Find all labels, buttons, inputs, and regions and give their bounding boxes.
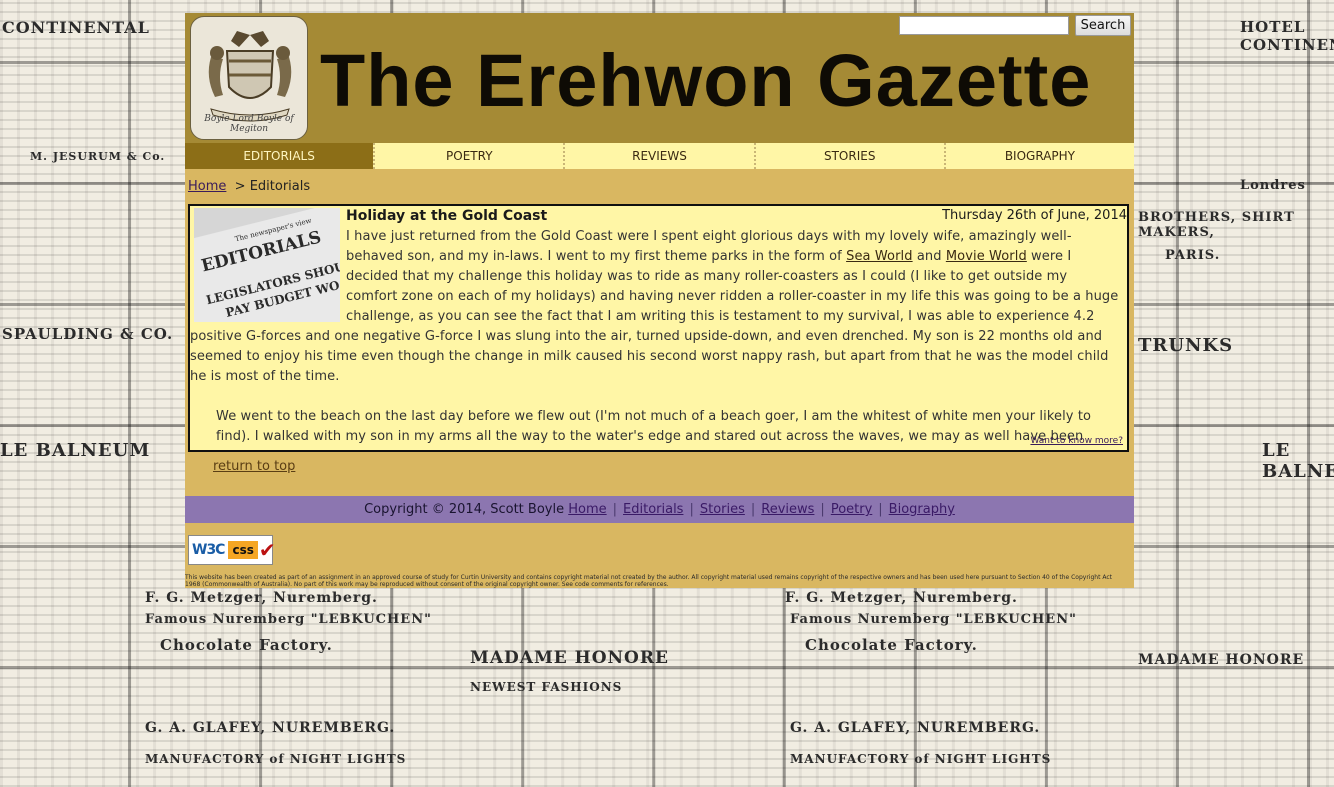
bg-ad-text: G. A. GLAFEY, NUREMBERG. [145,720,396,736]
w3c-logo-text: W3C [192,542,225,558]
bg-ad-text: SPAULDING & CO. [2,325,174,343]
article-paragraph: We went to the beach on the last day bef… [216,409,1092,450]
bg-ad-text: BROTHERS, SHIRT MAKERS, [1138,210,1295,240]
bg-ad-text: MANUFACTORY of NIGHT LIGHTS [790,752,1052,766]
search-input[interactable] [899,16,1069,35]
bg-ad-text: M. JESURUM & Co. [30,150,166,163]
site-logo[interactable]: Boyle Lord Boyle of Megiton [190,16,308,140]
bg-ad-text: NEWEST FASHIONS [470,680,623,694]
footer-bottom: W3C css ✔ This website has been created … [185,523,1134,588]
breadcrumb-current: Editorials [249,179,311,194]
main-content: Home > Editorials EDITORIALS The newspap… [185,169,1134,496]
bg-ad-text: LE BALNEUM [0,440,151,461]
checkmark-icon: ✔ [258,538,276,562]
breadcrumb-home-link[interactable]: Home [188,179,226,194]
footer-separator: | [689,502,694,517]
article-date: Thursday 26th of June, 2014 [942,208,1127,223]
bg-ad-text: Chocolate Factory. [160,636,333,654]
bg-ad-text: HOTEL CONTINENTAL [1240,18,1334,54]
sea-world-link[interactable]: Sea World [846,249,913,264]
footer-link-poetry[interactable]: Poetry [831,502,872,517]
footer-separator: | [878,502,883,517]
bg-ad-text: Chocolate Factory. [805,636,978,654]
bg-ad-text: Famous Nuremberg "LEBKUCHEN" [790,612,1077,627]
page-container: Boyle Lord Boyle of Megiton The Erehwon … [185,13,1134,588]
bg-ad-text: TRUNKS [1138,335,1234,356]
site-header: Boyle Lord Boyle of Megiton The Erehwon … [185,13,1134,143]
footer-separator: | [612,502,618,517]
site-footer: Copyright © 2014, Scott Boyle Home | Edito… [185,496,1134,523]
main-navigation: EDITORIALS POETRY REVIEWS STORIES BIOGRA… [185,143,1134,169]
logo-motto: Boyle Lord Boyle of Megiton [204,114,294,134]
footer-link-reviews[interactable]: Reviews [761,502,814,517]
tab-stories[interactable]: STORIES [753,143,944,169]
article: EDITORIALS The newspaper's view LEGISLAT… [188,204,1129,452]
bg-ad-text: MADAME HONORE [1138,652,1305,668]
w3c-css-validator-badge[interactable]: W3C css ✔ [188,535,276,565]
tab-biography[interactable]: BIOGRAPHY [943,143,1134,169]
copyright-text: Copyright © 2014, Scott Boyle [364,502,565,517]
bg-ad-text: PARIS. [1165,248,1221,263]
bg-ad-text: Londres [1240,178,1306,193]
bg-ad-text: F. G. Metzger, Nuremberg. [145,590,378,606]
bg-ad-text: Famous Nuremberg "LEBKUCHEN" [145,612,432,627]
tab-editorials[interactable]: EDITORIALS [185,143,374,169]
return-to-top-link[interactable]: return to top [213,459,295,474]
bg-ad-text: G. A. GLAFEY, NUREMBERG. [790,720,1041,736]
bg-ad-text: LE BALNEUM [1262,440,1334,482]
search-button[interactable]: Search [1075,15,1131,36]
breadcrumb-separator: > [234,179,246,194]
copyright-disclaimer: This website has been created as part of… [185,574,1112,588]
footer-link-editorials[interactable]: Editorials [623,502,683,517]
footer-link-stories[interactable]: Stories [700,502,745,517]
footer-link-home[interactable]: Home [568,502,606,517]
tab-reviews[interactable]: REVIEWS [563,143,753,169]
bg-ad-text: F. G. Metzger, Nuremberg. [785,590,1018,606]
bg-ad-text: MADAME HONORE [470,648,669,668]
bg-ad-text: MANUFACTORY of NIGHT LIGHTS [145,752,407,766]
article-text: and [912,249,946,264]
breadcrumb: Home > Editorials [188,179,310,194]
coat-of-arms-icon [208,31,292,122]
movie-world-link[interactable]: Movie World [946,249,1027,264]
site-title: The Erehwon Gazette [320,39,1092,122]
editorials-newspaper-image: EDITORIALS The newspaper's view LEGISLAT… [194,208,340,322]
footer-separator: | [820,502,825,517]
want-to-know-more-link[interactable]: Want to know more? [1030,436,1123,446]
css-label: css [228,541,258,559]
bg-ad-text: CONTINENTAL [2,18,150,37]
footer-separator: | [750,502,756,517]
footer-link-biography[interactable]: Biography [889,502,955,517]
tab-poetry[interactable]: POETRY [373,143,563,169]
